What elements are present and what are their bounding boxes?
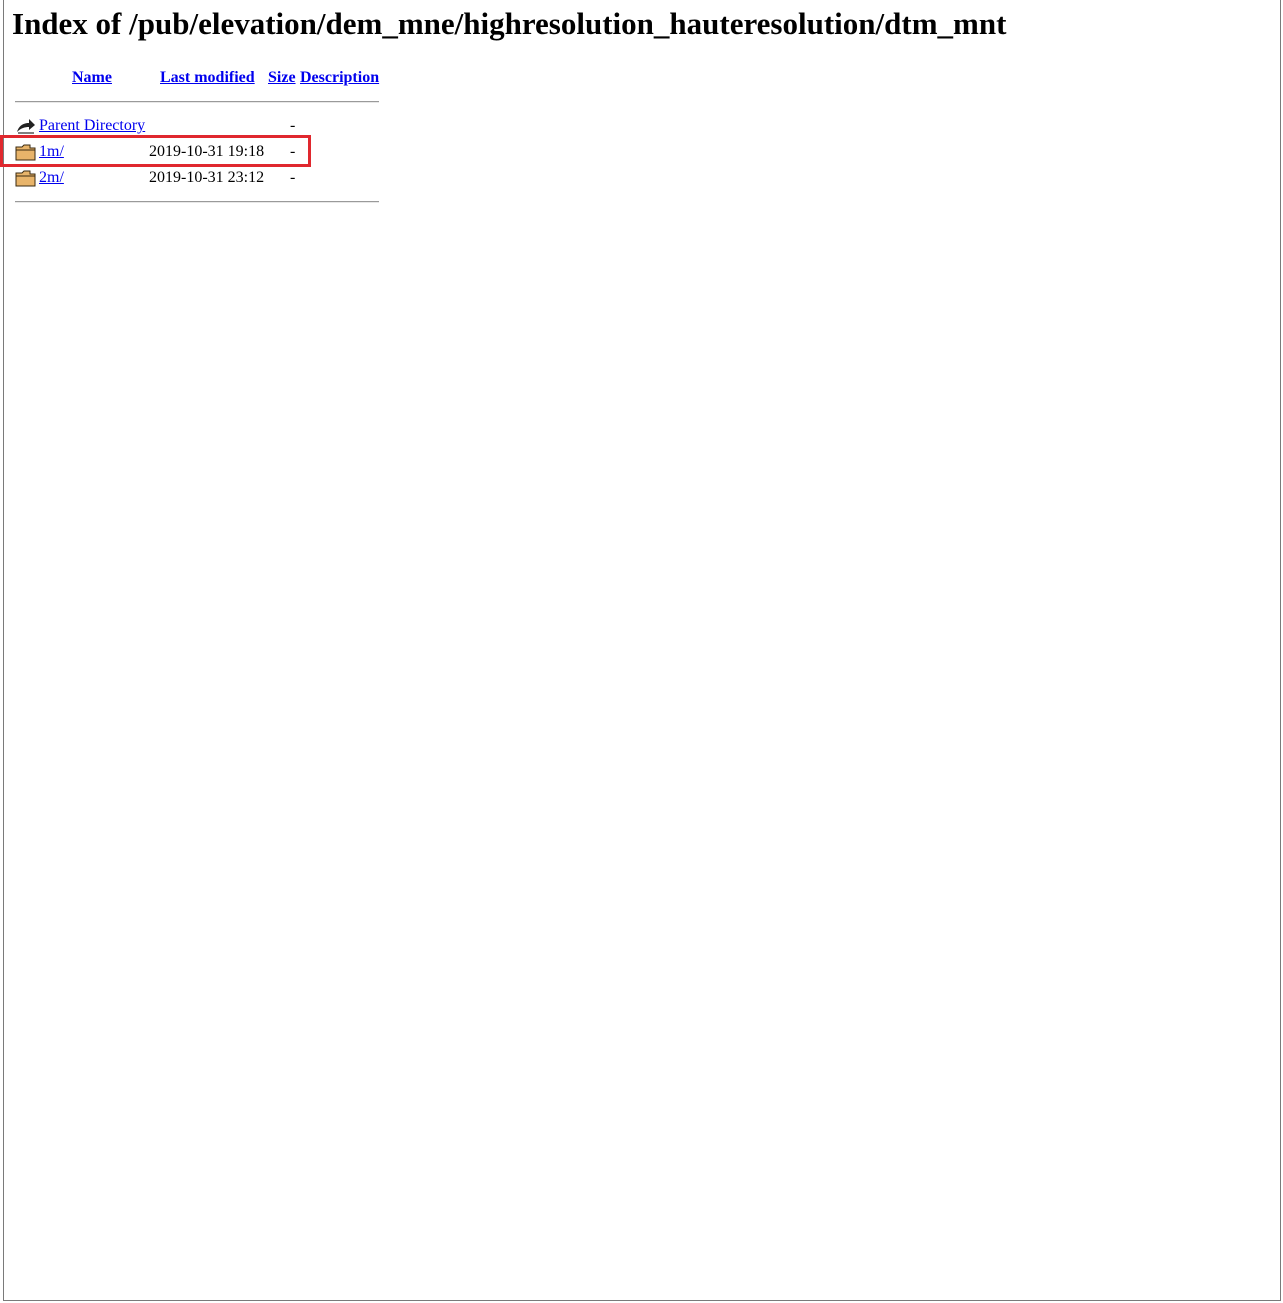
page-title: Index of /pub/elevation/dem_mne/highreso… xyxy=(12,6,1007,41)
sort-by-size-link[interactable]: Size xyxy=(268,69,296,87)
sort-by-name-link[interactable]: Name xyxy=(72,69,112,87)
header-divider xyxy=(15,101,379,103)
highlight-box xyxy=(0,135,311,167)
sort-by-last-modified-link[interactable]: Last modified xyxy=(160,69,255,87)
folder-icon xyxy=(15,170,36,187)
browser-viewport-frame xyxy=(3,0,1281,1301)
last-modified-value: 2019-10-31 23:12 xyxy=(149,169,265,186)
sort-by-description-link[interactable]: Description xyxy=(300,69,379,87)
size-value: - xyxy=(290,169,296,186)
back-arrow-icon xyxy=(17,119,35,134)
footer-divider xyxy=(15,201,379,203)
parent-directory-link[interactable]: Parent Directory xyxy=(39,117,145,135)
folder-2m-link[interactable]: 2m/ xyxy=(39,169,64,187)
size-value: - xyxy=(290,117,296,134)
